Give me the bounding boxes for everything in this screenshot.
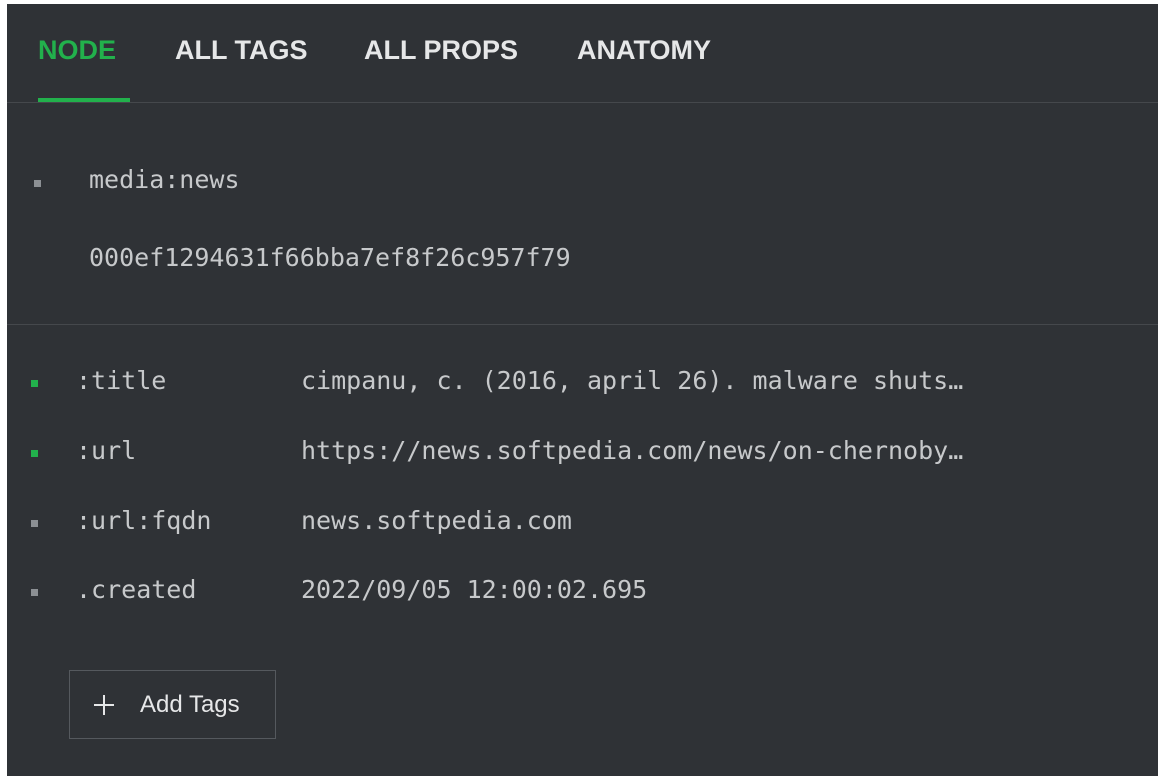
prop-row-title: :title cimpanu, c. (2016, april 26). mal… <box>7 366 1158 406</box>
node-iden: 000ef1294631f66bba7ef8f26c957f79 <box>89 243 571 272</box>
prop-bullet <box>31 450 38 457</box>
tab-all-tags[interactable]: ALL TAGS <box>175 35 308 66</box>
add-tags-button[interactable]: Add Tags <box>69 670 276 739</box>
node-inspector-panel: NODE ALL TAGS ALL PROPS ANATOMY media:ne… <box>7 4 1158 776</box>
prop-name: .created <box>76 575 197 604</box>
prop-name: :title <box>76 366 167 395</box>
prop-value: 2022/09/05 12:00:02.695 <box>301 575 648 604</box>
prop-value: cimpanu, c. (2016, april 26). malware sh… <box>301 366 964 395</box>
active-tab-indicator <box>38 98 130 102</box>
prop-row-url-fqdn: :url:fqdn news.softpedia.com <box>7 506 1158 546</box>
add-tags-label: Add Tags <box>140 691 240 718</box>
prop-name: :url <box>76 436 137 465</box>
prop-bullet <box>31 589 38 596</box>
prop-bullet <box>31 520 38 527</box>
node-form-bullet <box>34 180 41 187</box>
prop-value: news.softpedia.com <box>301 506 572 535</box>
prop-value: https://news.softpedia.com/news/on-chern… <box>301 436 964 465</box>
tab-anatomy[interactable]: ANATOMY <box>577 35 711 66</box>
tab-bar: NODE ALL TAGS ALL PROPS ANATOMY <box>7 4 1158 103</box>
plus-icon <box>94 695 114 715</box>
prop-name: :url:fqdn <box>76 506 212 535</box>
tab-node[interactable]: NODE <box>38 35 116 66</box>
node-header: media:news 000ef1294631f66bba7ef8f26c957… <box>7 103 1158 325</box>
prop-row-url: :url https://news.softpedia.com/news/on-… <box>7 436 1158 476</box>
prop-bullet <box>31 380 38 387</box>
node-form: media:news <box>89 165 240 194</box>
tab-all-props[interactable]: ALL PROPS <box>364 35 518 66</box>
prop-row-created: .created 2022/09/05 12:00:02.695 <box>7 575 1158 615</box>
